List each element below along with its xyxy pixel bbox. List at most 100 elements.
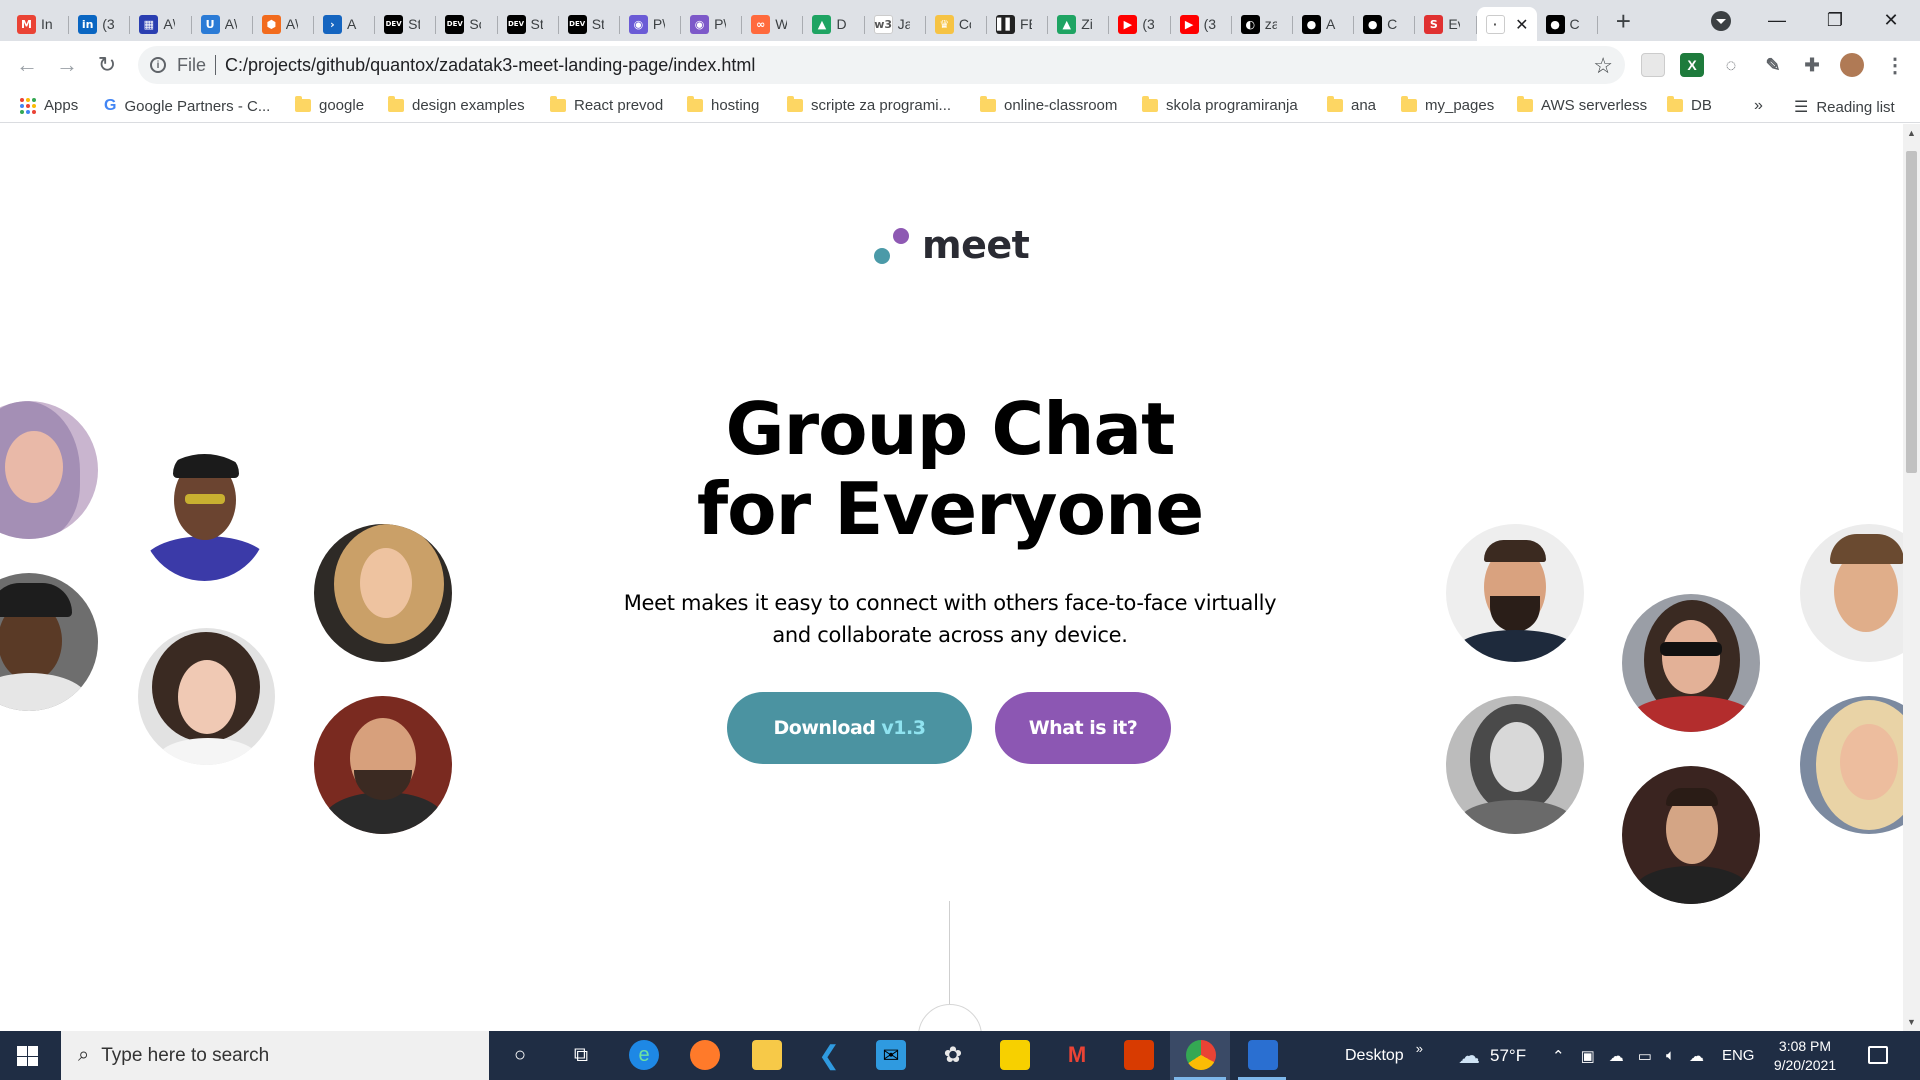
chrome-icon[interactable]: [1186, 1040, 1216, 1070]
browser-tab[interactable]: ▲ D: [803, 7, 865, 41]
onedrive-icon[interactable]: ☁: [1689, 1047, 1704, 1065]
network-icon[interactable]: ☁: [1609, 1047, 1624, 1065]
notifications-icon[interactable]: [1868, 1046, 1888, 1064]
browser-tab[interactable]: SEv: [1415, 7, 1477, 41]
vscode-icon[interactable]: ❮: [814, 1040, 844, 1070]
bookmark-folder-label: AWS serverless: [1541, 97, 1648, 114]
browser-tab[interactable]: › A: [314, 7, 376, 41]
bookmark-folder[interactable]: scripte za programi...: [787, 96, 951, 114]
browser-tab[interactable]: ● C: [1354, 7, 1416, 41]
browser-tab[interactable]: M In: [8, 7, 70, 41]
scrollbar-thumb[interactable]: [1906, 151, 1917, 473]
browser-tab[interactable]: ▦ A\: [130, 7, 192, 41]
browser-tab[interactable]: DEV St: [559, 7, 620, 41]
browser-tab[interactable]: ⬢ A\: [253, 7, 314, 41]
extensions-puzzle-icon[interactable]: ✚: [1800, 53, 1824, 77]
firefox-icon[interactable]: [690, 1040, 720, 1070]
back-button[interactable]: ←: [12, 50, 42, 80]
menu-kebab-icon[interactable]: ⋮: [1883, 53, 1907, 77]
browser-tab[interactable]: U A\: [192, 7, 253, 41]
bookmark-folder[interactable]: DB: [1667, 96, 1712, 114]
site-info-icon[interactable]: i: [150, 57, 166, 73]
bookmark-folder[interactable]: my_pages: [1401, 96, 1494, 114]
new-tab-button[interactable]: +: [1616, 6, 1631, 37]
reload-button[interactable]: ↻: [92, 50, 122, 80]
bookmark-folder[interactable]: google: [295, 96, 364, 114]
close-window-button[interactable]: ✕: [1862, 0, 1920, 41]
chevron-up-icon[interactable]: ⌃: [1552, 1047, 1565, 1065]
folder-icon: [687, 96, 703, 112]
bookmark-folder[interactable]: online-classroom: [980, 96, 1117, 114]
page-scrollbar[interactable]: ▲ ▼: [1903, 124, 1920, 1031]
weather-widget[interactable]: ☁ 57°F: [1458, 1031, 1526, 1080]
file-explorer-icon[interactable]: [752, 1040, 782, 1070]
edge-icon[interactable]: e: [629, 1040, 659, 1070]
bookmark-folder[interactable]: hosting: [687, 96, 759, 114]
bookmarks-more-button[interactable]: »: [1754, 97, 1763, 115]
profile-avatar-icon[interactable]: [1840, 53, 1864, 77]
scroll-up-arrow-icon[interactable]: ▲: [1907, 128, 1916, 138]
scroll-down-arrow-icon[interactable]: ▼: [1907, 1017, 1916, 1027]
scroll-down-circle[interactable]: [918, 1004, 982, 1031]
taskbar-search-box[interactable]: ⌕ Type here to search: [61, 1031, 489, 1080]
bookmark-google-partners[interactable]: G Google Partners - C...: [104, 97, 270, 115]
bookmark-star-icon[interactable]: ☆: [1593, 53, 1613, 79]
browser-tab[interactable]: ▶ (3: [1171, 7, 1232, 41]
browser-tab[interactable]: in (3: [69, 7, 131, 41]
dev-icon: DEV: [445, 14, 465, 34]
browser-tab[interactable]: ◉ P\: [681, 7, 743, 41]
restore-button[interactable]: ❐: [1806, 0, 1864, 41]
extension-circle-icon[interactable]: ◌: [1719, 53, 1743, 77]
device-icon[interactable]: ▣: [1581, 1047, 1595, 1065]
office-icon[interactable]: [1124, 1040, 1154, 1070]
bookmark-apps[interactable]: Apps: [20, 97, 78, 114]
browser-tab[interactable]: DEV St: [498, 7, 559, 41]
language-indicator[interactable]: ENG: [1722, 1047, 1755, 1064]
task-view-icon[interactable]: ⧉: [566, 1040, 596, 1070]
browser-tab[interactable]: ▌▌ FE: [987, 7, 1049, 41]
extension-blank-icon[interactable]: [1641, 53, 1665, 77]
paint-icon[interactable]: ✿: [938, 1040, 968, 1070]
volume-icon[interactable]: 🔈︎: [1666, 1047, 1675, 1064]
meet-logo[interactable]: meet: [874, 224, 1030, 264]
browser-tab[interactable]: w3 Ja: [865, 7, 926, 41]
s-icon: S: [1424, 14, 1444, 34]
tab-search-button[interactable]: [1711, 11, 1731, 31]
browser-tab[interactable]: ▲ Zi: [1048, 7, 1110, 41]
address-bar[interactable]: i File C:/projects/github/quantox/zadata…: [138, 46, 1625, 84]
browser-tab[interactable]: ▶ (3: [1109, 7, 1171, 41]
reading-list-button[interactable]: ☰ Reading list: [1794, 97, 1895, 117]
close-tab-icon[interactable]: ✕: [1515, 15, 1528, 35]
what-is-it-button[interactable]: What is it?: [995, 692, 1171, 764]
browser-tab[interactable]: ◐ za: [1232, 7, 1293, 41]
eyedropper-extension-icon[interactable]: ✎: [1761, 53, 1785, 77]
battery-icon[interactable]: ▭: [1638, 1047, 1652, 1065]
browser-tab[interactable]: · ✕: [1476, 7, 1537, 41]
browser-tab[interactable]: ∞ W: [742, 7, 804, 41]
desktop-toolbar[interactable]: Desktop »: [1345, 1031, 1423, 1080]
mail-icon[interactable]: ✉: [876, 1040, 906, 1070]
photos-icon[interactable]: [1248, 1040, 1278, 1070]
browser-tab[interactable]: ♛Cc: [926, 7, 987, 41]
forward-button[interactable]: →: [52, 50, 82, 80]
bookmark-folder[interactable]: ana: [1327, 96, 1376, 114]
bookmark-folder[interactable]: AWS serverless: [1517, 96, 1648, 114]
url-text[interactable]: C:/projects/github/quantox/zadatak3-meet…: [225, 55, 755, 76]
windows-start-icon[interactable]: [17, 1046, 38, 1066]
desktop-label: Desktop: [1345, 1046, 1404, 1064]
system-clock[interactable]: 3:08 PM 9/20/2021: [1760, 1037, 1850, 1075]
download-button[interactable]: Download v1.3: [727, 692, 972, 764]
browser-tab[interactable]: DEV St: [375, 7, 437, 41]
bookmark-folder[interactable]: skola programiranja: [1142, 96, 1298, 114]
minimize-button[interactable]: —: [1748, 0, 1806, 41]
excel-extension-icon[interactable]: X: [1680, 53, 1704, 77]
browser-tab[interactable]: ◉ P\: [620, 7, 682, 41]
bookmark-folder[interactable]: React prevod: [550, 96, 663, 114]
browser-tab[interactable]: DEVSc: [436, 7, 498, 41]
browser-tab[interactable]: ● C: [1537, 7, 1598, 41]
browser-tab[interactable]: ● A: [1293, 7, 1355, 41]
sticky-notes-icon[interactable]: [1000, 1040, 1030, 1070]
cortana-icon[interactable]: ○: [505, 1040, 535, 1070]
gmail-app-icon[interactable]: M: [1062, 1040, 1092, 1070]
bookmark-folder[interactable]: design examples: [388, 96, 525, 114]
